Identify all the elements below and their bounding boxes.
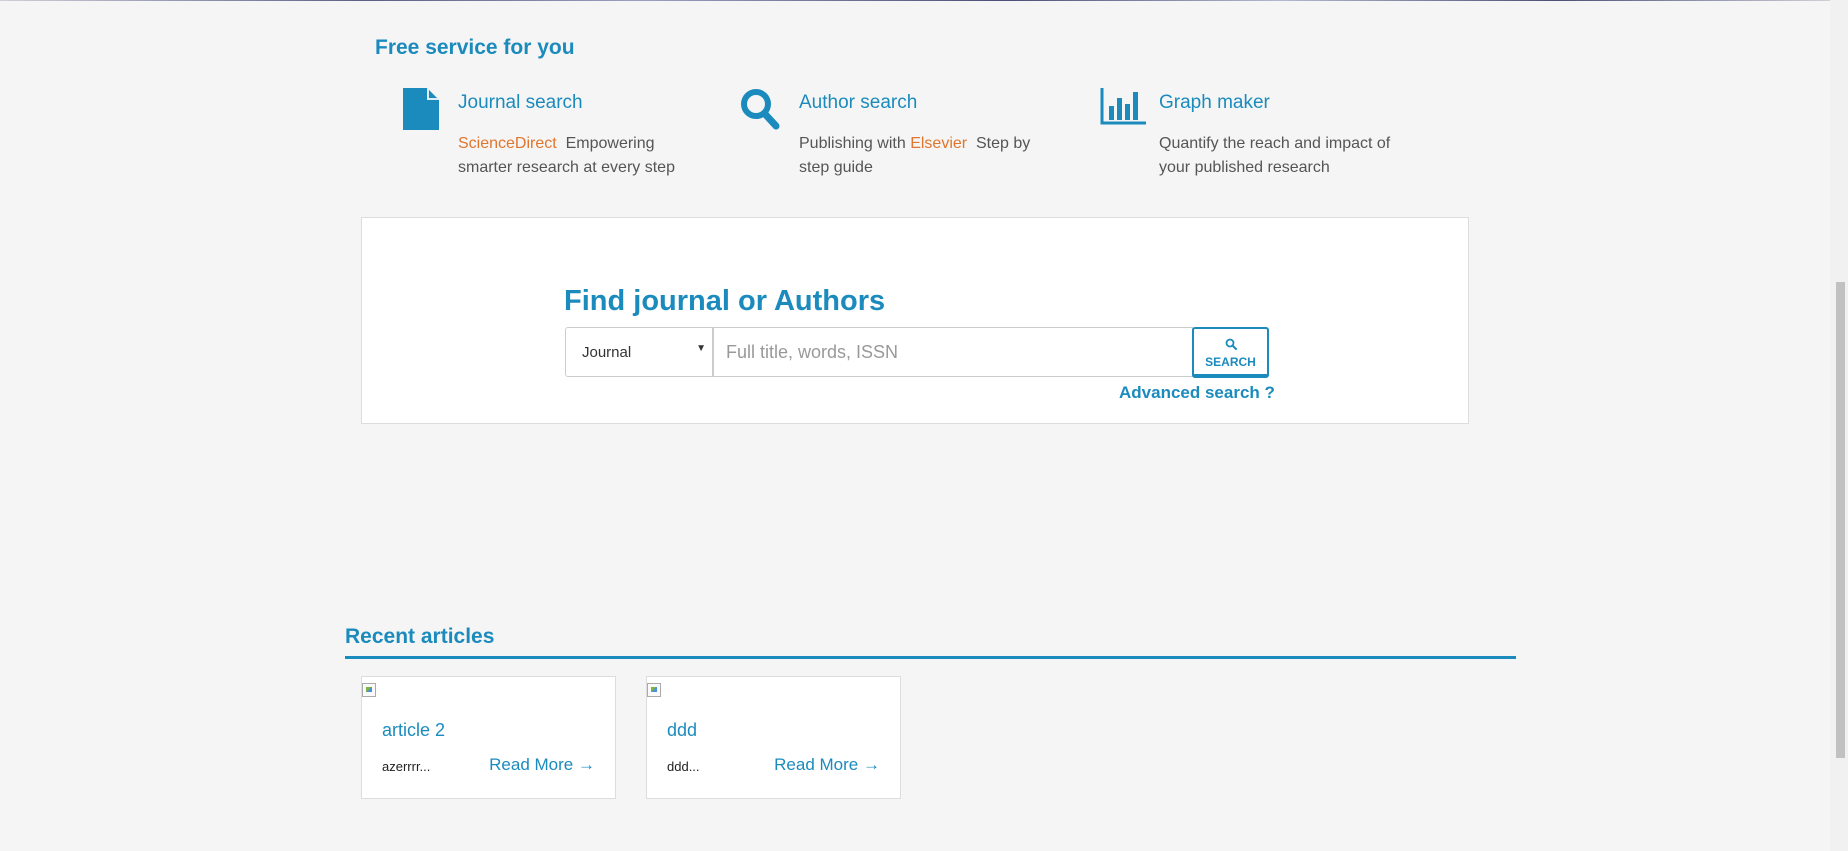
journal-search-link[interactable]: Journal search (458, 92, 583, 114)
graph-maker-link[interactable]: Graph maker (1159, 92, 1270, 114)
article-card: article 2 azerrrr... Read More → (361, 676, 616, 799)
broken-image-icon (647, 683, 661, 697)
page-scrollbar[interactable] (1830, 0, 1848, 851)
advanced-search-link[interactable]: Advanced search ? (1119, 383, 1275, 403)
article-title-link[interactable]: article 2 (382, 720, 445, 741)
search-type-select[interactable]: Journal ▼ (565, 327, 713, 377)
sciencedirect-link[interactable]: ScienceDirect (458, 135, 557, 152)
scrollbar-thumb[interactable] (1836, 282, 1845, 758)
read-more-label: Read More (774, 755, 859, 774)
author-search-prefix: Publishing with (799, 135, 906, 152)
chevron-down-icon: ▼ (696, 343, 706, 354)
bar-chart-icon (1100, 88, 1146, 131)
search-panel (361, 217, 1469, 424)
search-heading: Find journal or Authors (564, 285, 886, 317)
header-image-edge (0, 0, 1830, 1)
search-button[interactable]: SEARCH (1192, 327, 1269, 378)
search-icon (740, 88, 780, 135)
arrow-right-icon: → (578, 755, 595, 774)
document-icon (403, 88, 439, 135)
search-input[interactable] (713, 327, 1193, 377)
elsevier-link[interactable]: Elsevier (910, 135, 967, 152)
read-more-label: Read More (489, 755, 574, 774)
author-search-description: Publishing with Elsevier Step by step gu… (799, 132, 1049, 180)
journal-search-description: ScienceDirect Empowering smarter researc… (458, 132, 698, 180)
search-type-value: Journal (582, 344, 632, 361)
read-more-link[interactable]: Read More → (774, 755, 880, 775)
arrow-right-icon: → (863, 755, 880, 774)
broken-image-icon (362, 683, 376, 697)
article-excerpt: azerrrr... (382, 759, 431, 774)
read-more-link[interactable]: Read More → (489, 755, 595, 775)
recent-articles-divider (345, 656, 1516, 659)
author-search-link[interactable]: Author search (799, 92, 917, 114)
article-title-link[interactable]: ddd (667, 720, 697, 741)
recent-articles-heading: Recent articles (345, 625, 495, 648)
search-button-icon (1225, 337, 1237, 355)
search-button-label: SEARCH (1205, 355, 1256, 369)
article-card: ddd ddd... Read More → (646, 676, 901, 799)
graph-maker-description: Quantify the reach and impact of your pu… (1159, 135, 1391, 176)
article-excerpt: ddd... (667, 759, 700, 774)
services-heading: Free service for you (375, 36, 575, 59)
